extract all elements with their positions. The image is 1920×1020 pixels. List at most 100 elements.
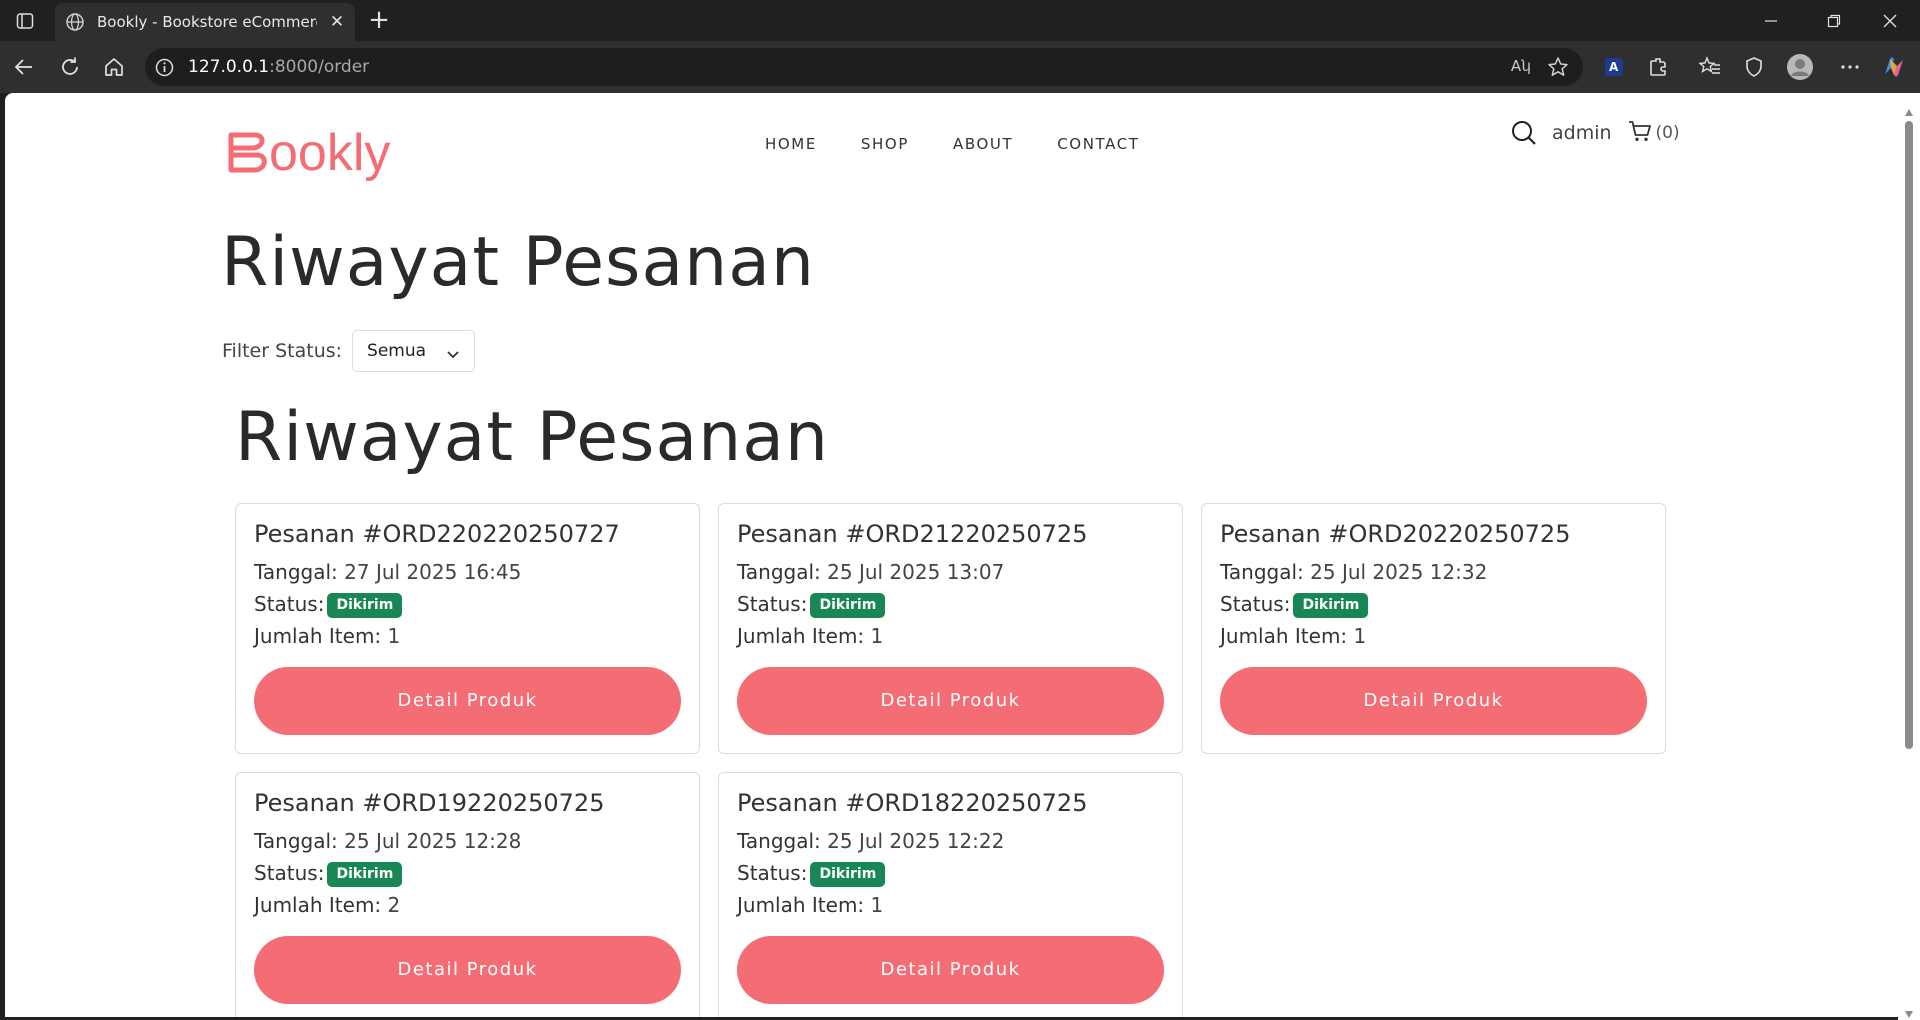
nav-home[interactable]: HOME [765, 135, 817, 153]
main-nav: HOME SHOP ABOUT CONTACT [765, 135, 1184, 153]
date-label: Tanggal: [737, 560, 821, 584]
page-viewport: ookly HOME SHOP ABOUT CONTACT admin (0) … [5, 93, 1898, 1017]
page-scrollbar[interactable] [1898, 93, 1920, 1020]
section-title: Riwayat Pesanan [235, 398, 829, 477]
items-label: Jumlah Item: [737, 624, 865, 648]
copilot-icon[interactable] [1880, 53, 1908, 81]
url-path: :8000/order [269, 57, 370, 77]
order-date: 25 Jul 2025 12:28 [344, 829, 522, 853]
status-badge: Dikirim [1293, 593, 1369, 618]
more-options-icon[interactable] [1836, 53, 1864, 81]
items-label: Jumlah Item: [254, 624, 382, 648]
scroll-up-arrow-icon[interactable] [1904, 103, 1914, 116]
extensions-icon[interactable] [1645, 53, 1673, 81]
order-items: 2 [387, 893, 401, 917]
status-badge: Dikirim [810, 862, 886, 887]
order-items: 1 [870, 893, 884, 917]
status-label: Status: [737, 592, 808, 616]
detail-produk-button[interactable]: Detail Produk [254, 936, 681, 1004]
items-label: Jumlah Item: [254, 893, 382, 917]
new-tab-button[interactable]: + [364, 6, 394, 36]
status-badge: Dikirim [327, 862, 403, 887]
order-date: 27 Jul 2025 16:45 [344, 560, 522, 584]
order-items: 1 [387, 624, 401, 648]
date-label: Tanggal: [254, 829, 338, 853]
scroll-down-arrow-icon[interactable] [1904, 1004, 1914, 1018]
filter-status-select[interactable]: Semua [352, 330, 476, 372]
favorite-star-icon[interactable] [1547, 56, 1569, 82]
order-title: Pesanan #ORD21220250725 [737, 520, 1088, 548]
favorites-list-icon[interactable] [1696, 53, 1724, 81]
nav-about[interactable]: ABOUT [953, 135, 1013, 153]
window-close-icon[interactable] [1860, 0, 1920, 41]
detail-produk-button[interactable]: Detail Produk [737, 667, 1164, 735]
tab-title: Bookly - Bookstore eCommerce W [97, 13, 317, 31]
detail-produk-button[interactable]: Detail Produk [254, 667, 681, 735]
site-info-icon[interactable] [155, 58, 174, 81]
translate-extension-icon[interactable]: A [1600, 53, 1628, 81]
user-account-link[interactable]: admin [1552, 122, 1612, 144]
order-items-line: Jumlah Item: 1 [737, 624, 883, 648]
browser-tab-bar: Bookly - Bookstore eCommerce W ✕ + [0, 0, 1920, 41]
back-arrow-icon[interactable] [10, 53, 38, 81]
read-aloud-icon[interactable]: Aʮ [1511, 57, 1531, 75]
order-title: Pesanan #ORD20220250725 [1220, 520, 1571, 548]
site-logo[interactable]: ookly [227, 121, 390, 179]
order-date: 25 Jul 2025 12:22 [827, 829, 1005, 853]
order-status-line: Status: Dikirim [737, 861, 886, 887]
order-date-line: Tanggal: 25 Jul 2025 13:07 [737, 560, 1004, 584]
order-title: Pesanan #ORD19220250725 [254, 789, 605, 817]
logo-b-icon [227, 131, 267, 179]
logo-text: ookly [269, 124, 391, 182]
date-label: Tanggal: [254, 560, 338, 584]
order-date-line: Tanggal: 27 Jul 2025 16:45 [254, 560, 521, 584]
detail-produk-button[interactable]: Detail Produk [1220, 667, 1647, 735]
nav-shop[interactable]: SHOP [861, 135, 909, 153]
svg-text:A: A [1609, 60, 1619, 74]
address-bar[interactable]: 127.0.0.1:8000/order Aʮ [145, 48, 1583, 86]
order-date: 25 Jul 2025 13:07 [827, 560, 1005, 584]
order-date-line: Tanggal: 25 Jul 2025 12:32 [1220, 560, 1487, 584]
order-items: 1 [870, 624, 884, 648]
browser-toolbar: 127.0.0.1:8000/order Aʮ A [0, 41, 1920, 93]
status-label: Status: [254, 592, 325, 616]
order-card: Pesanan #ORD21220250725 Tanggal: 25 Jul … [718, 503, 1183, 754]
home-icon[interactable] [100, 53, 128, 81]
status-label: Status: [254, 861, 325, 885]
order-card: Pesanan #ORD220220250727 Tanggal: 27 Jul… [235, 503, 700, 754]
url-host: 127.0.0.1 [188, 57, 270, 77]
order-date-line: Tanggal: 25 Jul 2025 12:22 [737, 829, 1004, 853]
detail-produk-button[interactable]: Detail Produk [737, 936, 1164, 1004]
profile-avatar[interactable] [1786, 53, 1814, 81]
scrollbar-thumb[interactable] [1905, 121, 1913, 749]
refresh-icon[interactable] [56, 53, 84, 81]
order-items: 1 [1353, 624, 1367, 648]
minimize-icon[interactable] [1741, 0, 1801, 41]
nav-contact[interactable]: CONTACT [1057, 135, 1139, 153]
order-items-line: Jumlah Item: 1 [254, 624, 400, 648]
chevron-down-icon [446, 345, 460, 364]
page-title: Riwayat Pesanan [221, 223, 815, 302]
search-icon[interactable] [1510, 119, 1538, 147]
items-label: Jumlah Item: [1220, 624, 1348, 648]
filter-row: Filter Status: Semua [222, 330, 476, 372]
order-status-line: Status: Dikirim [254, 861, 403, 887]
order-card: Pesanan #ORD20220250725 Tanggal: 25 Jul … [1201, 503, 1666, 754]
restore-icon[interactable] [1804, 0, 1864, 41]
globe-icon [65, 12, 85, 36]
filter-selected-value: Semua [367, 341, 427, 361]
browser-tab[interactable]: Bookly - Bookstore eCommerce W ✕ [55, 3, 355, 41]
tab-actions-icon[interactable] [10, 8, 40, 34]
order-card: Pesanan #ORD18220250725 Tanggal: 25 Jul … [718, 772, 1183, 1017]
order-title: Pesanan #ORD220220250727 [254, 520, 620, 548]
tab-close-icon[interactable]: ✕ [325, 10, 349, 34]
cart-count[interactable]: (0) [1656, 123, 1680, 143]
header-actions: admin (0) [1510, 119, 1680, 147]
url-text: 127.0.0.1:8000/order [188, 57, 369, 77]
cart-icon[interactable] [1628, 120, 1652, 146]
browser-essentials-shield-icon[interactable] [1740, 53, 1768, 81]
date-label: Tanggal: [737, 829, 821, 853]
status-badge: Dikirim [810, 593, 886, 618]
order-items-line: Jumlah Item: 1 [1220, 624, 1366, 648]
order-status-line: Status: Dikirim [737, 592, 886, 618]
